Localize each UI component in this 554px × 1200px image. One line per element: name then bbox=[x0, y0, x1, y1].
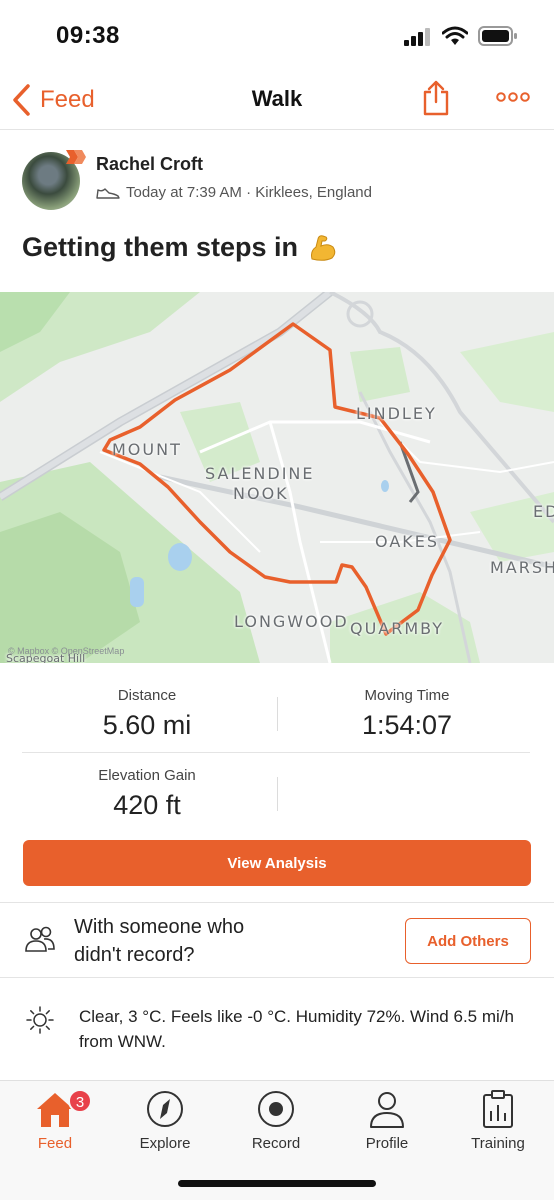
add-others-button[interactable]: Add Others bbox=[405, 918, 531, 964]
route-map[interactable]: LINDLEY MOUNT SALENDINE NOOK OAKES ED MA… bbox=[0, 292, 554, 663]
map-label-salendine: SALENDINE bbox=[205, 464, 315, 483]
stat-moving-time: Moving Time 1:54:07 bbox=[282, 687, 532, 741]
tab-feed[interactable]: 3 Feed bbox=[0, 1081, 110, 1161]
athlete-name[interactable]: Rachel Croft bbox=[96, 154, 203, 175]
tab-explore[interactable]: Explore bbox=[110, 1081, 220, 1161]
map-label-marsh: MARSH bbox=[490, 558, 554, 577]
stat-divider bbox=[277, 777, 278, 811]
back-label: Feed bbox=[40, 86, 95, 113]
map-label-oakes: OAKES bbox=[375, 532, 440, 551]
more-options-icon[interactable] bbox=[496, 90, 530, 104]
weather-row: Clear, 3 °C. Feels like -0 °C. Humidity … bbox=[0, 990, 554, 1070]
stat-distance: Distance 5.60 mi bbox=[22, 687, 272, 741]
profile-icon bbox=[370, 1092, 404, 1128]
walking-shoe-icon bbox=[96, 187, 120, 199]
activity-meta: Today at 7:39 AM · Kirklees, England bbox=[96, 184, 372, 201]
view-analysis-button[interactable]: View Analysis bbox=[23, 840, 531, 886]
map-attribution: © Mapbox © OpenStreetMap bbox=[8, 646, 125, 656]
stat-distance-value: 5.60 mi bbox=[102, 710, 192, 740]
sun-icon bbox=[26, 1006, 54, 1034]
map-label-lindley: LINDLEY bbox=[356, 404, 437, 423]
home-indicator bbox=[178, 1180, 376, 1187]
tab-profile[interactable]: Profile bbox=[332, 1081, 442, 1161]
activity-title-text: Getting them steps in bbox=[22, 232, 299, 262]
tab-label: Explore bbox=[139, 1135, 191, 1152]
stat-moving-time-label: Moving Time bbox=[364, 687, 450, 704]
subscriber-badge-icon bbox=[66, 150, 86, 164]
map-label-longwood: LONGWOOD bbox=[234, 612, 349, 631]
stat-divider bbox=[277, 697, 278, 731]
flexed-biceps-icon bbox=[311, 234, 336, 261]
stat-divider bbox=[22, 752, 530, 753]
record-icon bbox=[258, 1091, 294, 1127]
chevron-left-icon bbox=[13, 84, 30, 116]
map-label-mount: MOUNT bbox=[112, 440, 182, 459]
tab-label: Training bbox=[471, 1135, 525, 1152]
tab-label: Feed bbox=[37, 1135, 73, 1152]
tab-training[interactable]: Training bbox=[443, 1081, 553, 1161]
wifi-icon bbox=[442, 26, 468, 45]
athlete-header: Rachel Croft Today at 7:39 AM · Kirklees… bbox=[22, 146, 542, 216]
map-label-ed: ED bbox=[533, 502, 554, 521]
cellular-signal-icon bbox=[404, 28, 430, 46]
tab-label: Profile bbox=[365, 1135, 409, 1152]
share-icon[interactable] bbox=[421, 80, 451, 116]
stat-distance-label: Distance bbox=[117, 687, 177, 704]
activity-meta-text: Today at 7:39 AM · Kirklees, England bbox=[126, 184, 372, 201]
training-icon bbox=[483, 1090, 513, 1128]
weather-text: Clear, 3 °C. Feels like -0 °C. Humidity … bbox=[79, 1007, 514, 1051]
with-someone-text: With someone who didn't record? bbox=[74, 916, 245, 966]
status-time: 09:38 bbox=[56, 22, 120, 49]
people-icon bbox=[25, 926, 55, 952]
compass-icon bbox=[147, 1091, 183, 1127]
map-label-quarmby: QUARMBY bbox=[350, 619, 445, 638]
map-label-nook: NOOK bbox=[233, 484, 289, 503]
stat-moving-time-value: 1:54:07 bbox=[361, 710, 453, 740]
status-bar: 09:38 bbox=[0, 0, 554, 70]
activity-stats: Distance 5.60 mi Moving Time 1:54:07 Ele… bbox=[0, 663, 554, 833]
stat-elevation-label: Elevation Gain bbox=[98, 767, 196, 784]
activity-title: Getting them steps in bbox=[22, 232, 338, 263]
stat-elevation-value: 420 ft bbox=[113, 790, 181, 820]
tab-record[interactable]: Record bbox=[221, 1081, 331, 1161]
back-button[interactable]: Feed bbox=[10, 80, 95, 120]
with-someone-row: With someone who didn't record? Add Othe… bbox=[0, 902, 554, 978]
tab-label: Record bbox=[251, 1135, 301, 1152]
nav-header: Feed Walk bbox=[0, 70, 554, 130]
stat-elevation: Elevation Gain 420 ft bbox=[22, 767, 272, 821]
battery-icon bbox=[478, 26, 517, 46]
notification-badge: 3 bbox=[68, 1089, 92, 1113]
